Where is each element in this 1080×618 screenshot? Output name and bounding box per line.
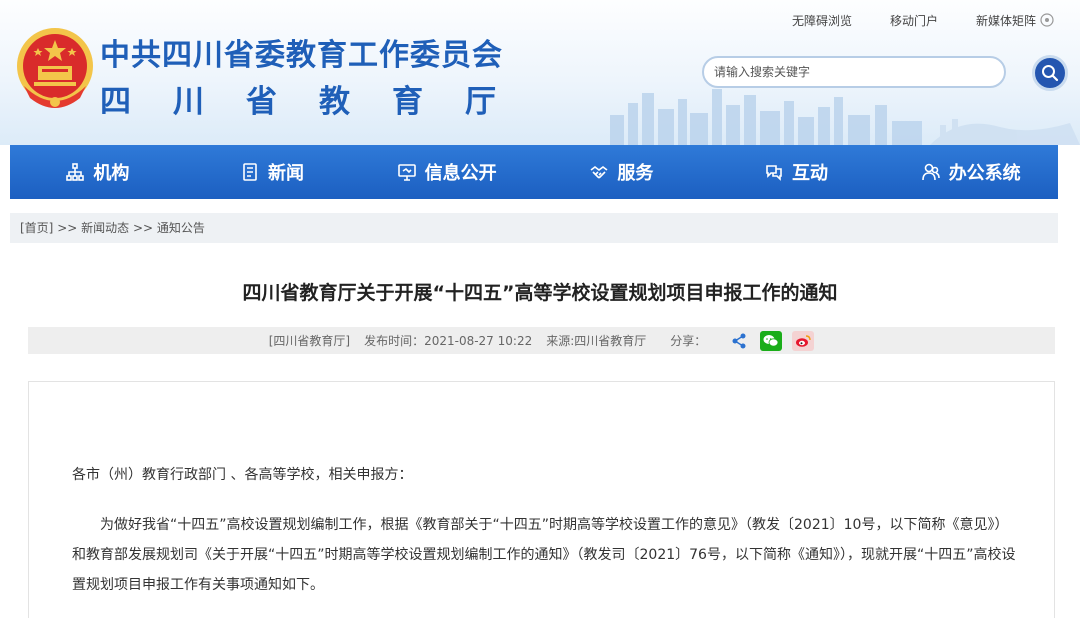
location-pin-icon bbox=[1040, 12, 1054, 27]
nav-label: 互动 bbox=[792, 163, 829, 184]
article-salutation: 各市（州）教育行政部门 、各高等学校，相关申报方： bbox=[72, 467, 413, 483]
weibo-share-button[interactable] bbox=[792, 330, 815, 351]
breadcrumb-news[interactable]: 新闻动态 bbox=[81, 221, 129, 235]
search-button[interactable] bbox=[1032, 55, 1068, 91]
main-nav: 机构 新闻 信息公开 服务 互动 办公系统 bbox=[10, 145, 1058, 199]
site-title-line1: 中共四川省委教育工作委员会 bbox=[100, 38, 503, 73]
chat-icon bbox=[766, 165, 782, 181]
accessibility-link[interactable]: 无障碍浏览 bbox=[792, 12, 852, 29]
nav-item-office-system[interactable]: 办公系统 bbox=[883, 145, 1058, 199]
meta-origin: 来源:四川省教育厅 bbox=[546, 334, 647, 348]
meta-source-tag: [四川省教育厅] bbox=[268, 334, 351, 348]
nav-label: 信息公开 bbox=[424, 163, 497, 184]
breadcrumb: [首页] >> 新闻动态 >> 通知公告 bbox=[10, 213, 1058, 243]
nav-item-info-disclosure[interactable]: 信息公开 bbox=[359, 145, 534, 199]
breadcrumb-home[interactable]: [首页] bbox=[20, 221, 53, 235]
wechat-share-button[interactable] bbox=[760, 330, 783, 351]
breadcrumb-separator: >> bbox=[129, 221, 157, 235]
top-links: 无障碍浏览 移动门户 新媒体矩阵 bbox=[792, 12, 1054, 29]
article-meta-bar: [四川省教育厅] 发布时间：2021-08-27 10:22 来源:四川省教育厅… bbox=[28, 327, 1055, 354]
nav-item-organization[interactable]: 机构 bbox=[10, 145, 185, 199]
nav-label: 服务 bbox=[617, 163, 654, 184]
mobile-portal-link[interactable]: 移动门户 bbox=[890, 12, 938, 29]
nav-item-services[interactable]: 服务 bbox=[534, 145, 709, 199]
handshake-icon bbox=[590, 166, 608, 179]
nav-item-news[interactable]: 新闻 bbox=[185, 145, 360, 199]
document-icon bbox=[243, 163, 257, 181]
users-icon bbox=[921, 163, 940, 181]
share-icon bbox=[732, 333, 746, 348]
breadcrumb-separator: >> bbox=[53, 221, 82, 235]
new-media-label: 新媒体矩阵 bbox=[975, 14, 1036, 28]
site-header: 中共四川省委教育工作委员会 四川省教育厅 无障碍浏览 移动门户 新媒体矩阵 bbox=[0, 0, 1080, 145]
article-paragraph: 为做好我省“十四五”高校设置规划编制工作，根据《教育部关于“十四五”时期高等学校… bbox=[72, 517, 1016, 593]
nav-item-interaction[interactable]: 互动 bbox=[709, 145, 884, 199]
search-icon bbox=[1042, 65, 1059, 82]
article-title: 四川省教育厅关于开展“十四五”高等学校设置规划项目申报工作的通知 bbox=[242, 282, 838, 304]
org-chart-icon bbox=[66, 163, 85, 181]
share-icons bbox=[728, 330, 815, 351]
meta-date: 发布时间：2021-08-27 10:22 bbox=[364, 334, 533, 348]
share-button[interactable] bbox=[728, 331, 750, 351]
nav-label: 办公系统 bbox=[948, 163, 1021, 184]
share-label: 分享： bbox=[670, 334, 707, 348]
monitor-icon bbox=[397, 164, 416, 181]
search-box bbox=[702, 56, 1006, 88]
city-skyline-illustration bbox=[610, 89, 1080, 145]
national-emblem-icon bbox=[17, 28, 93, 108]
breadcrumb-notices[interactable]: 通知公告 bbox=[157, 221, 205, 235]
nav-label: 机构 bbox=[93, 163, 130, 184]
nav-label: 新闻 bbox=[268, 163, 304, 184]
search-input[interactable] bbox=[714, 58, 994, 86]
wechat-icon bbox=[763, 334, 779, 347]
weibo-icon bbox=[796, 334, 811, 347]
article-body: 各市（州）教育行政部门 、各高等学校，相关申报方： 为做好我省“十四五”高校设置… bbox=[72, 460, 1022, 618]
site-title-line2: 四川省教育厅 bbox=[100, 84, 538, 120]
new-media-link[interactable]: 新媒体矩阵 bbox=[976, 12, 1054, 29]
